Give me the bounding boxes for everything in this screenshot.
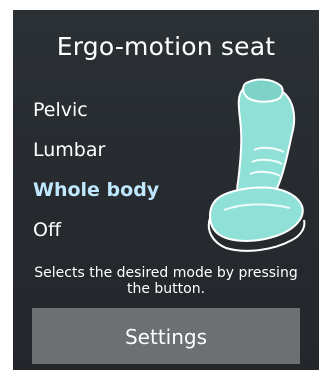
settings-button[interactable]: Settings (32, 308, 300, 364)
mode-option-lumbar[interactable]: Lumbar (33, 130, 193, 170)
mode-option-pelvic[interactable]: Pelvic (33, 90, 193, 130)
seat-cushion (209, 186, 304, 242)
mode-option-whole-body[interactable]: Whole body (33, 170, 193, 210)
page-title: Ergo-motion seat (56, 32, 276, 61)
seat-headrest (242, 78, 284, 103)
mode-option-off[interactable]: Off (33, 210, 193, 250)
mode-list: Pelvic Lumbar Whole body Off (33, 90, 193, 250)
seat-icon (207, 78, 306, 252)
instruction-text: Selects the desired mode by pressing the… (34, 265, 298, 297)
seat-control-screen: Ergo-motion seat Pelvic Lumbar Whole bod… (13, 10, 319, 370)
